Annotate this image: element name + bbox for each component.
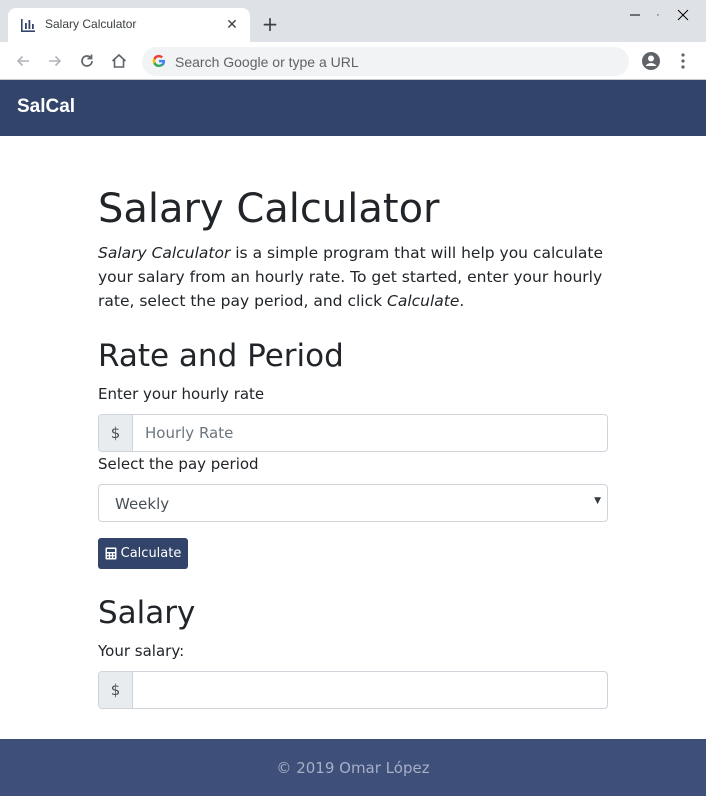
calculator-icon — [105, 547, 117, 560]
google-icon — [152, 54, 166, 68]
intro-emphasis-calculate: Calculate — [387, 292, 460, 310]
pay-period-value: Weekly — [115, 495, 170, 513]
reload-icon[interactable] — [76, 50, 98, 72]
salary-label: Your salary: — [98, 642, 185, 660]
salary-output-field[interactable] — [133, 672, 607, 708]
close-icon[interactable]: ✕ — [222, 15, 242, 35]
plus-icon[interactable]: + — [259, 13, 281, 35]
tab-title: Salary Calculator — [45, 17, 137, 31]
forward-arrow-icon[interactable] — [44, 50, 66, 72]
rate-label: Enter your hourly rate — [98, 385, 265, 403]
navbar: SalCal — [0, 80, 706, 136]
salary-currency-addon: $ — [99, 672, 133, 708]
profile-icon[interactable] — [641, 51, 661, 71]
address-placeholder: Search Google or type a URL — [175, 54, 359, 70]
footer: © 2019 Omar López — [0, 739, 706, 796]
intro-paragraph: Salary Calculator is a simple program th… — [98, 241, 608, 313]
tab-strip: Salary Calculator ✕ + — [0, 0, 706, 42]
page-title: Salary Calculator — [98, 186, 440, 232]
footer-copyright: © 2019 Omar López — [276, 759, 430, 777]
salary-output-group: $ — [98, 671, 608, 709]
rate-input-group: $ — [98, 414, 608, 452]
hourly-rate-input[interactable] — [133, 415, 607, 451]
window-close-icon[interactable] — [660, 0, 706, 30]
address-bar[interactable]: Search Google or type a URL — [142, 47, 629, 76]
period-label: Select the pay period — [98, 455, 259, 473]
salary-heading: Salary — [98, 595, 196, 631]
pay-period-select[interactable]: Weekly ▼ — [98, 484, 608, 522]
intro-emphasis-app: Salary Calculator — [98, 244, 231, 262]
back-arrow-icon[interactable] — [12, 50, 34, 72]
browser-toolbar: Search Google or type a URL — [0, 42, 706, 80]
browser-tab[interactable]: Salary Calculator ✕ — [8, 8, 250, 42]
currency-addon: $ — [99, 415, 133, 451]
maximize-icon[interactable] — [613, 0, 659, 30]
home-icon[interactable] — [108, 50, 130, 72]
calculate-button[interactable]: Calculate — [98, 538, 188, 569]
chevron-down-icon: ▼ — [594, 496, 601, 506]
browser-chrome: Salary Calculator ✕ + Search Google or t… — [0, 0, 706, 80]
rate-period-heading: Rate and Period — [98, 338, 344, 374]
navbar-brand[interactable]: SalCal — [17, 96, 75, 118]
kebab-menu-icon[interactable] — [677, 51, 689, 71]
bar-chart-favicon — [21, 19, 35, 32]
calculate-button-label: Calculate — [120, 546, 182, 561]
intro-text-end: . — [459, 292, 465, 310]
